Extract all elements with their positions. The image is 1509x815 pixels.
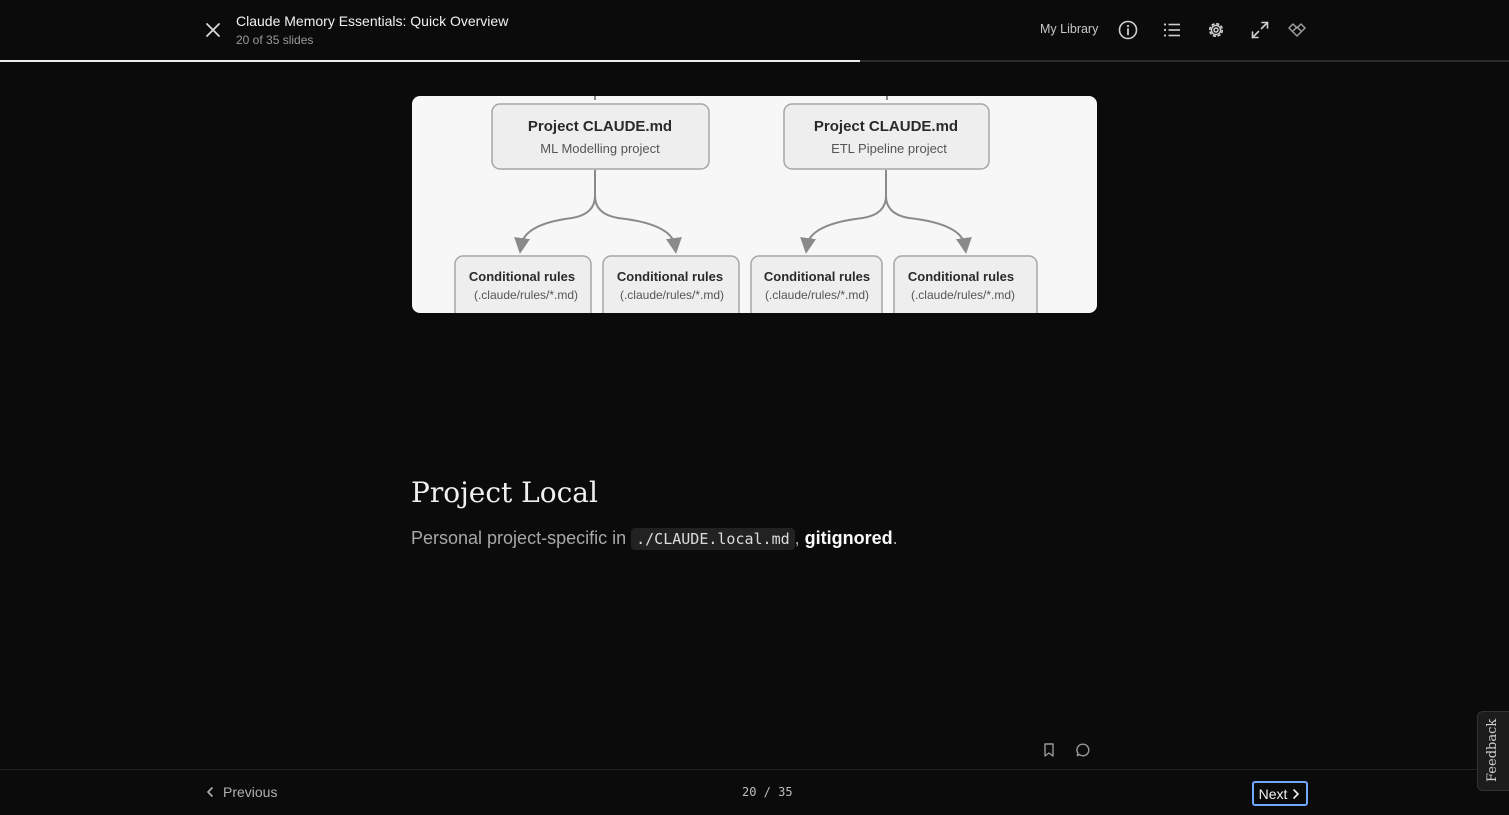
- list-icon[interactable]: [1161, 19, 1183, 41]
- slide-counter: 20 / 35: [742, 785, 793, 799]
- project-box: Project CLAUDE.md ML Modelling project: [491, 103, 710, 170]
- rule-box: Conditional rules (.claude/rules/*.md): [893, 255, 1038, 313]
- body-text: Personal project-specific in: [411, 528, 632, 548]
- chevron-left-icon: [206, 787, 213, 797]
- progress-bar: [0, 60, 1509, 62]
- svg-text:Conditional rules: Conditional rules: [617, 269, 723, 284]
- next-button[interactable]: Next: [1252, 781, 1308, 806]
- my-library-link[interactable]: My Library: [1040, 22, 1098, 36]
- project-box: Project CLAUDE.md ETL Pipeline project: [783, 103, 990, 170]
- next-label: Next: [1258, 785, 1288, 802]
- svg-text:Conditional rules: Conditional rules: [764, 269, 870, 284]
- slide-count: 20 of 35 slides: [236, 33, 314, 47]
- hierarchy-diagram: Project CLAUDE.md ML Modelling project P…: [412, 96, 1097, 313]
- slide-body: Personal project-specific in ./CLAUDE.lo…: [411, 528, 898, 550]
- presentation-title: Claude Memory Essentials: Quick Overview: [236, 13, 509, 29]
- svg-text:(.claude/rules/*.md): (.claude/rules/*.md): [765, 288, 869, 302]
- svg-text:Project CLAUDE.md: Project CLAUDE.md: [528, 118, 672, 135]
- logo-icon: [1286, 19, 1308, 41]
- chevron-right-icon: [1293, 788, 1300, 799]
- previous-label: Previous: [223, 784, 278, 800]
- svg-text:(.claude/rules/*.md): (.claude/rules/*.md): [474, 288, 578, 302]
- svg-text:ML Modelling project: ML Modelling project: [540, 141, 660, 156]
- svg-text:ETL Pipeline project: ETL Pipeline project: [831, 141, 947, 156]
- gitignored-emphasis: gitignored: [804, 528, 893, 548]
- bottom-navigation: Previous 20 / 35 Next: [0, 769, 1509, 815]
- connector-arrow: [885, 195, 972, 254]
- file-path-code: ./CLAUDE.local.md: [631, 528, 795, 550]
- connector-arrow: [594, 195, 682, 254]
- expand-icon[interactable]: [1249, 19, 1271, 41]
- svg-text:(.claude/rules/*.md): (.claude/rules/*.md): [911, 288, 1015, 302]
- top-bar: Claude Memory Essentials: Quick Overview…: [0, 0, 1509, 60]
- svg-text:(.claude/rules/*.md): (.claude/rules/*.md): [620, 288, 724, 302]
- connector-arrow: [800, 170, 887, 254]
- rule-box: Conditional rules (.claude/rules/*.md): [454, 255, 592, 313]
- svg-text:Conditional rules: Conditional rules: [469, 269, 575, 284]
- body-separator: ,: [794, 528, 805, 548]
- previous-button[interactable]: Previous: [205, 784, 277, 800]
- info-icon[interactable]: [1117, 19, 1139, 41]
- feedback-label: Feedback: [1485, 718, 1500, 782]
- svg-text:Conditional rules: Conditional rules: [908, 269, 1014, 284]
- comment-icon[interactable]: [1075, 742, 1091, 758]
- progress-fill: [0, 60, 861, 62]
- settings-icon[interactable]: [1205, 19, 1227, 41]
- svg-text:Project CLAUDE.md: Project CLAUDE.md: [814, 118, 958, 135]
- bookmark-icon[interactable]: [1041, 742, 1057, 758]
- close-icon[interactable]: [203, 20, 223, 40]
- feedback-tab[interactable]: Feedback: [1477, 711, 1509, 791]
- rule-box: Conditional rules (.claude/rules/*.md): [602, 255, 740, 313]
- connector-arrow: [514, 170, 596, 254]
- slide-heading: Project Local: [411, 476, 598, 509]
- rule-box: Conditional rules (.claude/rules/*.md): [750, 255, 883, 313]
- body-suffix: .: [892, 528, 898, 548]
